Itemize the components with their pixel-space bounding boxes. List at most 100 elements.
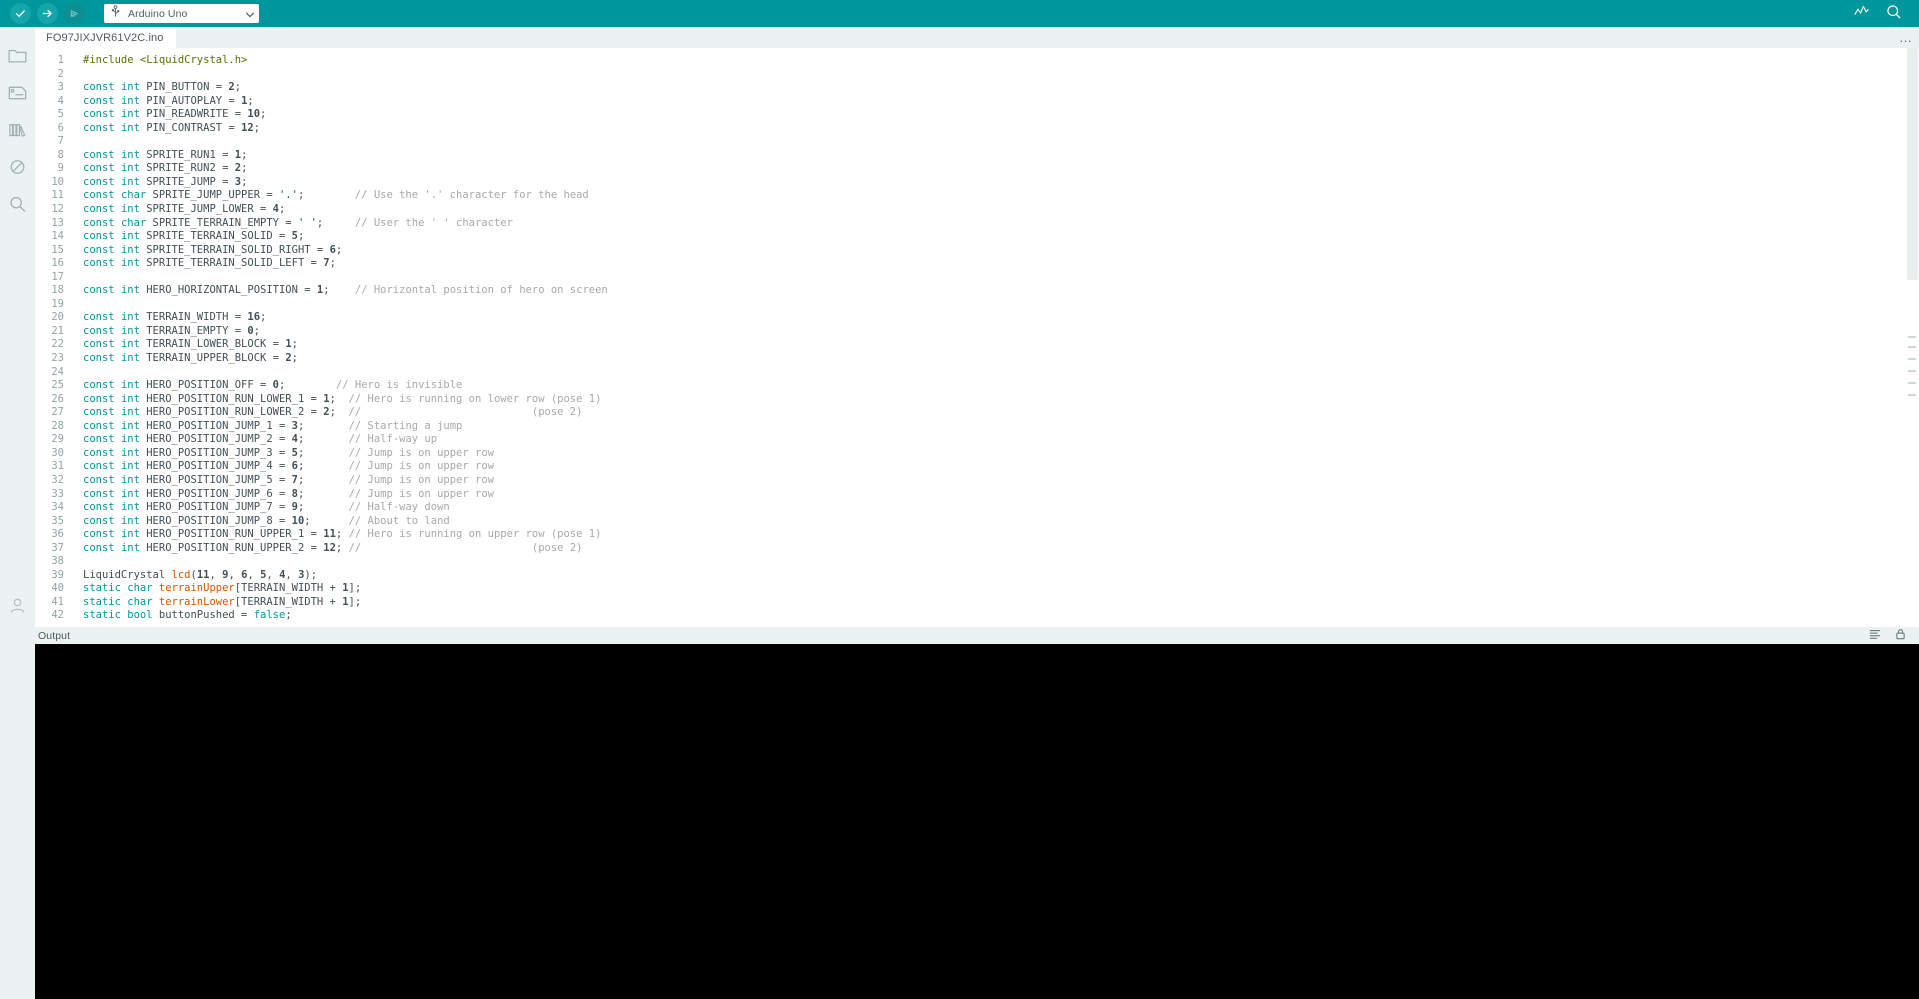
code-token: char [120,216,153,229]
usb-icon [110,4,121,23]
tab-overflow-menu-icon[interactable]: … [1893,27,1919,48]
arduino-ide-window: Arduino Uno FO97JIXJVR61V2C.ino … 1 2 3 … [0,0,1919,999]
code-token: ; [329,392,349,405]
code-token: const [83,108,121,121]
code-token: int [120,541,147,554]
code-token: HERO_POSITION_JUMP_1 = [146,419,292,432]
code-token: SPRITE_JUMP_UPPER = [152,189,279,202]
code-token: static [83,609,128,622]
line-number: 29 [51,433,64,446]
code-token: ); [304,568,318,581]
sidebar-item-boards-manager[interactable] [0,74,35,111]
minimap-mark [1908,358,1916,360]
serial-plotter-icon[interactable] [1854,4,1869,24]
code-line: const int TERRAIN_WIDTH = 16; [83,311,1919,325]
code-token: int [120,121,147,134]
code-token: const [83,473,121,486]
code-token: SPRITE_JUMP_LOWER = [146,203,273,216]
board-chip-icon [8,86,27,99]
line-number: 11 [51,189,64,202]
debug-button[interactable] [64,3,85,24]
sidebar-item-search[interactable] [0,185,35,222]
code-editor[interactable]: 1 2 3 4 5 6 7 8 9 10 11 12 13 14 15 16 17 18 19 20 21 22 23 24 2… [35,48,1919,627]
code-token: const [83,121,121,134]
line-number: 13 [51,216,64,229]
sidebar-item-debug[interactable] [0,148,35,185]
clear-output-icon[interactable] [1869,628,1881,643]
code-token: ; [253,121,261,134]
code-token: const [83,175,121,188]
code-token: int [120,230,147,243]
board-selector[interactable]: Arduino Uno [104,4,259,23]
code-content[interactable]: #include <LiquidCrystal.h> const int PIN… [71,54,1919,627]
code-line: const int HERO_POSITION_RUN_UPPER_1 = 11… [83,528,1919,542]
sidebar-item-sketchbook[interactable] [0,37,35,74]
code-token: // Horizontal position of hero on screen [354,284,608,297]
code-token: const [83,541,121,554]
code-token: HERO_POSITION_JUMP_4 = [146,460,292,473]
line-number: 36 [51,528,64,541]
lock-scroll-icon[interactable] [1895,628,1906,643]
code-token: buttonPushed = [158,609,254,622]
code-token: const [83,257,121,270]
code-line: const int PIN_READWRITE = 10; [83,108,1919,122]
line-number: 23 [51,352,64,365]
account-icon [10,598,25,613]
sidebar-item-account[interactable] [0,583,35,627]
editor-scrollbar-thumb[interactable] [1907,48,1918,280]
output-panel-title: Output [38,629,71,642]
line-number: 8 [57,148,64,161]
code-line: const char SPRITE_JUMP_UPPER = '.'; // U… [83,189,1919,203]
output-panel-actions [1869,628,1919,643]
code-token: int [120,433,147,446]
output-left-pad [0,644,35,999]
upload-button[interactable] [37,3,58,24]
code-token: ; [291,352,298,365]
code-token: HERO_POSITION_JUMP_2 = [146,433,292,446]
line-number: 19 [51,297,64,310]
sidebar-item-library-manager[interactable] [0,111,35,148]
line-number: 24 [51,365,64,378]
line-number: 3 [57,81,64,94]
verify-button[interactable] [10,3,31,24]
code-token: terrainLower [158,595,235,608]
line-number: 18 [51,284,64,297]
output-row [0,644,1919,999]
code-token: int [120,284,147,297]
editor-minimap-scrollbar[interactable] [1905,48,1919,627]
code-token: // Half-way down [348,501,450,514]
code-token: static [83,582,128,595]
editor-tab-label: FO97JIXJVR61V2C.ino [46,31,164,44]
code-token: int [120,311,147,324]
code-token: HERO_POSITION_JUMP_5 = [146,473,292,486]
code-token: // Half-way up [348,433,438,446]
code-token: const [83,392,121,405]
main-toolbar: Arduino Uno [0,0,1919,27]
code-line: const char SPRITE_TERRAIN_EMPTY = ' '; /… [83,217,1919,231]
serial-monitor-icon[interactable] [1886,4,1901,24]
code-line: const int SPRITE_JUMP = 3; [83,176,1919,190]
code-line: const int HERO_POSITION_JUMP_2 = 4; // H… [83,433,1919,447]
code-token: int [120,406,147,419]
line-number: 7 [57,135,64,148]
editor-tab-sketch[interactable]: FO97JIXJVR61V2C.ino [35,27,177,48]
code-token: // Jump is on upper row [348,473,494,486]
code-token: int [120,528,147,541]
code-token: // (pose 2) [348,541,583,554]
books-icon [9,123,26,137]
editor-column: FO97JIXJVR61V2C.ino … 1 2 3 4 5 6 7 8 9 10 11 12 13 1… [35,27,1919,627]
code-token: // About to land [348,514,450,527]
line-number: 35 [51,514,64,527]
code-token: 16 [247,311,261,324]
code-token: ; [241,162,248,175]
code-token: HERO_POSITION_RUN_UPPER_1 = [146,528,324,541]
output-console[interactable] [35,644,1919,999]
